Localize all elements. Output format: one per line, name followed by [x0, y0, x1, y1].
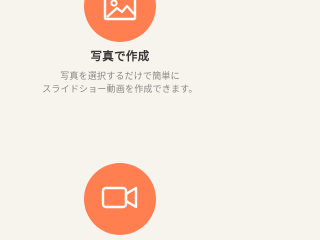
feature-title: 写真で作成 [90, 49, 150, 63]
feature-description-line: 写真を選択するだけで簡単に [60, 72, 180, 82]
onboarding-screen: 写真で作成 写真を選択するだけで簡単に スライドショー動画を作成できます。 [0, 0, 240, 240]
video-camera-icon [84, 163, 156, 235]
photo-badge-circle [84, 0, 156, 42]
photo-icon [84, 0, 156, 42]
feature-description: 写真を選択するだけで簡単に スライドショー動画を作成できます。 [0, 71, 240, 97]
feature-description-line: スライドショー動画を作成できます。 [42, 85, 198, 95]
video-feature-badge [84, 163, 156, 235]
video-badge-circle [84, 163, 156, 235]
photo-feature-badge [84, 0, 156, 42]
